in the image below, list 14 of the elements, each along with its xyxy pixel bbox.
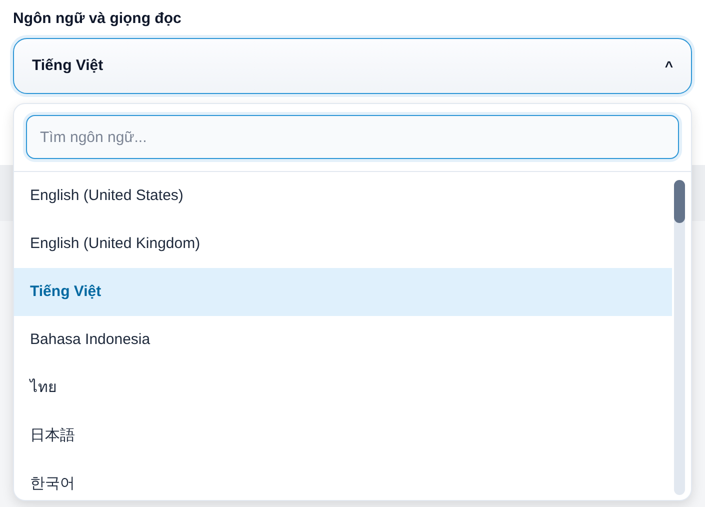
language-option[interactable]: Bahasa Indonesia [14,316,672,364]
language-option[interactable]: 日本語 [14,412,672,460]
scrollbar-thumb[interactable] [674,180,685,223]
language-option[interactable]: ไทย [14,364,672,412]
selected-value: Tiếng Việt [32,56,104,76]
language-option[interactable]: Tiếng Việt [14,268,672,316]
language-option[interactable]: English (United Kingdom) [14,220,672,268]
language-select[interactable]: Tiếng Việt ^ [13,38,692,94]
caret-icon: ^ [664,56,673,76]
scrollbar-track[interactable] [674,180,685,495]
language-option[interactable]: 한국어 [14,460,672,500]
language-option[interactable]: English (United States) [14,172,672,220]
search-field[interactable]: Tìm ngôn ngữ... [26,115,679,159]
field-label: Ngôn ngữ và giọng đọc [13,9,182,29]
